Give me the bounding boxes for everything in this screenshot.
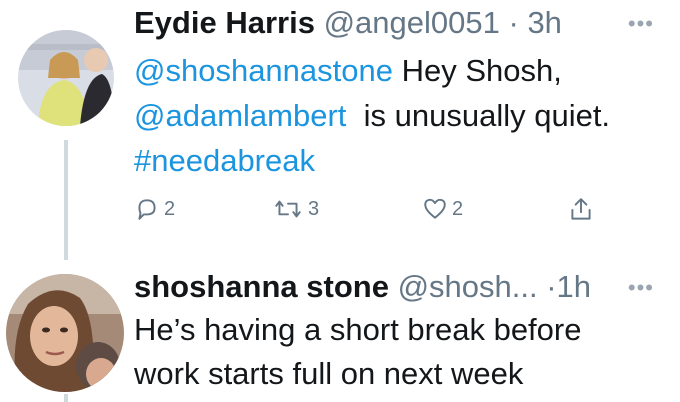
hashtag-link[interactable]: #needabreak: [134, 143, 315, 178]
username[interactable]: @angel0051: [324, 5, 500, 40]
like-icon: [424, 198, 446, 219]
share-button[interactable]: [568, 196, 594, 224]
tweet-text-line: work starts full on next week: [134, 356, 524, 391]
separator-dot: ·: [546, 269, 557, 304]
tweet-text-segment: Hey Shosh,: [393, 53, 562, 88]
timestamp[interactable]: 3h: [527, 5, 561, 40]
display-name[interactable]: shoshanna stone: [134, 269, 389, 304]
tweet-text-line: He’s having a short break before: [134, 312, 582, 347]
display-name[interactable]: Eydie Harris: [134, 5, 315, 40]
avatar-photo: [18, 30, 114, 126]
retweet-icon: [275, 200, 301, 218]
tweet-text: He’s having a short break before work st…: [134, 308, 674, 396]
tweet-eydie-harris[interactable]: Eydie Harris @angel0051 · 3h ••• @shosha…: [0, 0, 680, 262]
tweet-header: shoshanna stone @shosh... ·1h: [134, 268, 591, 306]
thread-line: [64, 394, 68, 402]
more-icon[interactable]: •••: [628, 13, 654, 35]
timestamp[interactable]: 1h: [557, 269, 591, 304]
avatar[interactable]: [6, 274, 124, 392]
tweet-text-segment: is unusually quiet.: [346, 98, 611, 133]
separator-dot: ·: [508, 5, 519, 40]
thread-line: [64, 140, 68, 260]
retweet-button[interactable]: 3: [272, 196, 319, 222]
tweet-actions: 2 3 2: [134, 196, 614, 228]
mention-link[interactable]: @shoshannastone: [134, 53, 393, 88]
retweet-count: 3: [308, 197, 320, 220]
reply-button[interactable]: 2: [134, 196, 175, 222]
reply-count: 2: [164, 197, 176, 220]
more-icon[interactable]: •••: [628, 277, 654, 299]
like-count: 2: [452, 197, 464, 220]
reply-icon: [138, 199, 156, 220]
username[interactable]: @shosh...: [398, 269, 538, 304]
tweet-header: Eydie Harris @angel0051 · 3h: [134, 4, 562, 42]
like-button[interactable]: 2: [422, 196, 463, 222]
avatar-photo: [6, 274, 124, 392]
tweet-shoshanna-stone[interactable]: shoshanna stone @shosh... ·1h ••• He’s h…: [0, 262, 680, 402]
avatar[interactable]: [18, 30, 114, 126]
mention-link[interactable]: @adamlambert: [134, 98, 346, 133]
tweet-text: @shoshannastone Hey Shosh, @adamlambert …: [134, 48, 674, 183]
share-icon: [571, 198, 591, 220]
